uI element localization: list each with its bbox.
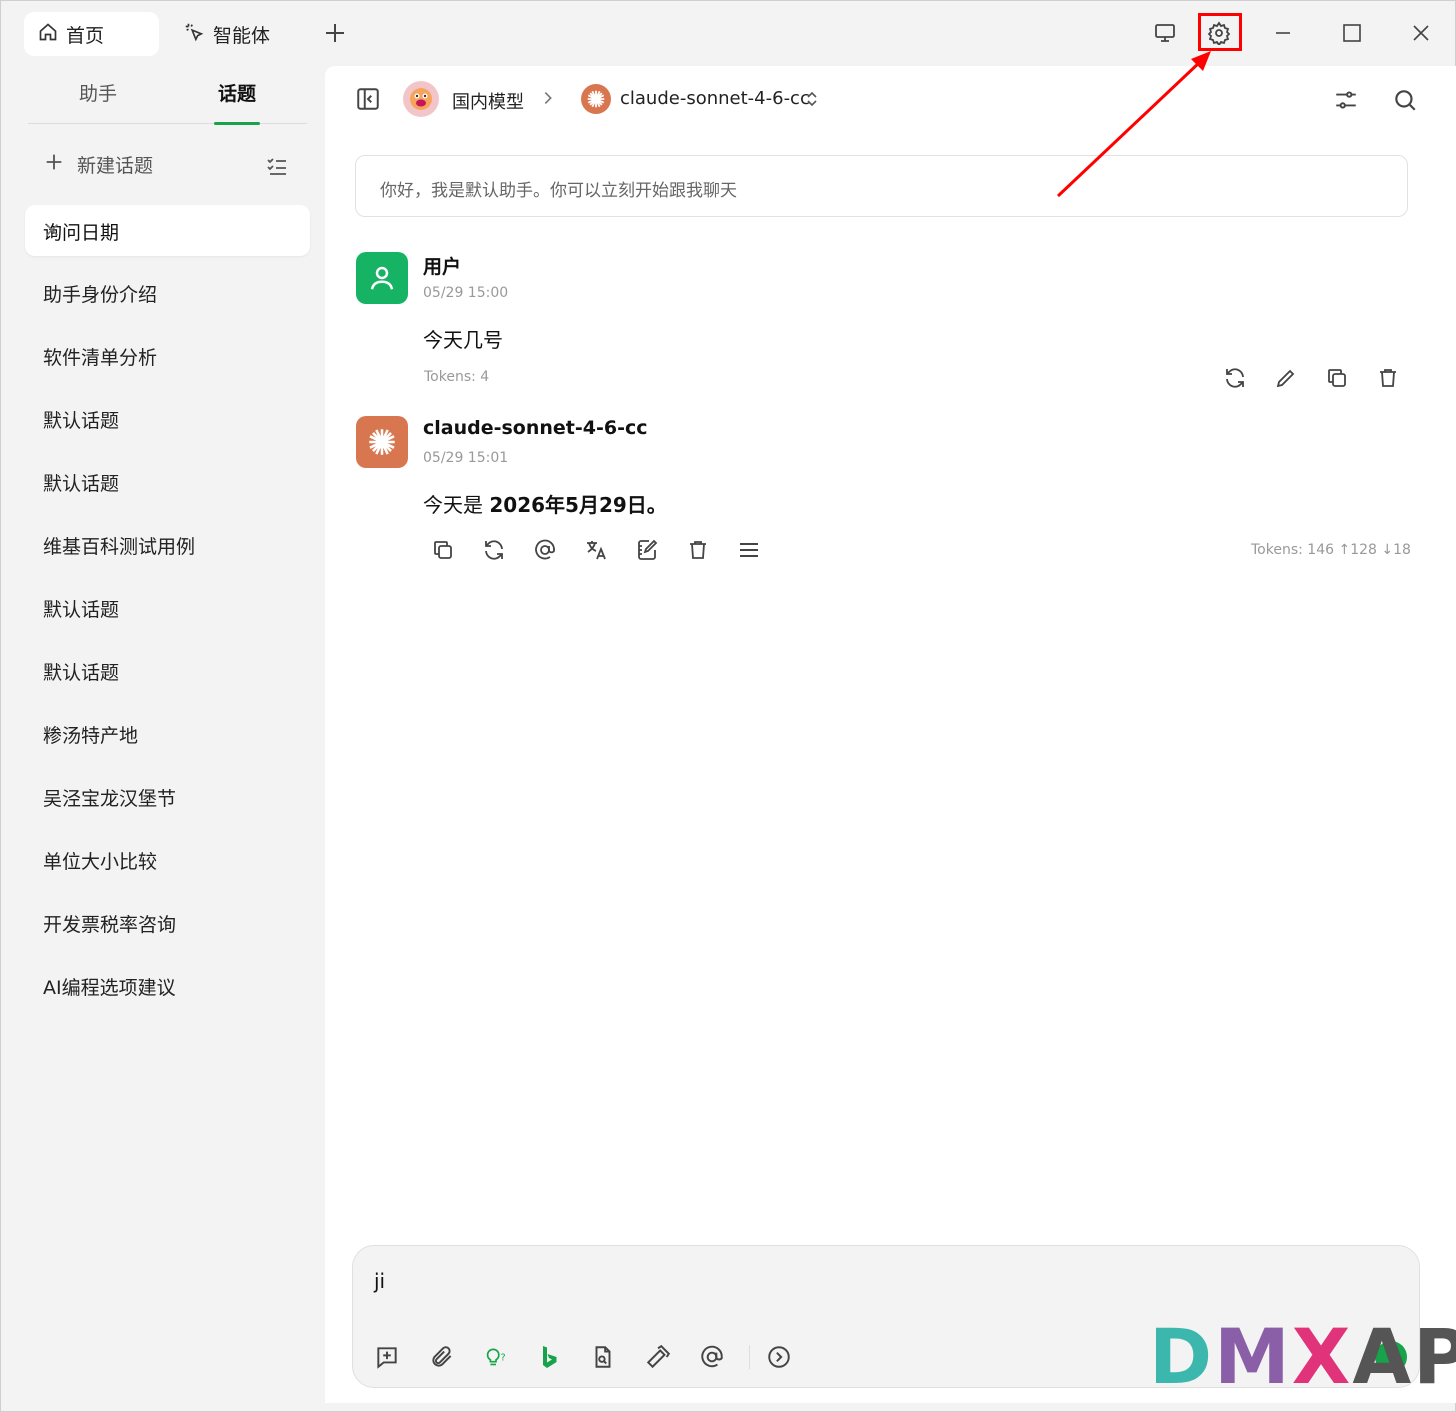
message-sender: 用户: [423, 256, 462, 278]
topic-item[interactable]: AI编程选项建议: [43, 973, 176, 1000]
user-avatar: [356, 252, 408, 304]
topic-item-active[interactable]: 询问日期: [25, 205, 310, 256]
app-window: 首页 智能体 助手 话题 新建话题 询问日期 助手身份介绍 软件清单分析 默认话…: [0, 0, 1456, 1412]
token-count: Tokens: 4: [424, 369, 490, 385]
checklist-icon[interactable]: [265, 154, 289, 182]
thinking-bulb-icon[interactable]: ?: [482, 1343, 510, 1371]
toolbar-divider: [749, 1345, 750, 1369]
tab-agents-label: 智能体: [213, 24, 271, 47]
sidebar-divider: [28, 123, 307, 124]
claude-avatar: [356, 416, 408, 468]
hammer-icon[interactable]: [644, 1343, 672, 1371]
topic-item[interactable]: 维基百科测试用例: [43, 532, 195, 559]
chevron-updown-icon[interactable]: [802, 89, 822, 113]
sidebar-tab-topics[interactable]: 话题: [218, 79, 256, 106]
message-time: 05/29 15:01: [423, 450, 509, 466]
sidebar-toggle-icon[interactable]: [355, 86, 381, 116]
chat-panel: [325, 66, 1456, 1403]
minimize-button[interactable]: [1268, 18, 1298, 48]
assistant-name[interactable]: 国内模型: [452, 88, 524, 114]
maximize-button[interactable]: [1337, 18, 1367, 48]
message-time: 05/29 15:00: [423, 285, 509, 301]
home-icon: [38, 22, 66, 47]
delete-icon[interactable]: [1375, 365, 1401, 391]
mention-icon[interactable]: [532, 537, 558, 563]
new-topic-button[interactable]: 新建话题: [43, 151, 153, 178]
message-sender: claude-sonnet-4-6-cc: [423, 417, 648, 439]
message-text-date: 2026年5月29日。: [489, 493, 667, 517]
dmxapi-watermark: DMXAPI: [1149, 1312, 1456, 1401]
sparkle-cursor-icon: [183, 21, 213, 48]
edit-icon[interactable]: [1273, 365, 1299, 391]
active-tab-indicator: [214, 122, 260, 125]
mention-icon[interactable]: [698, 1343, 726, 1371]
tab-agents[interactable]: 智能体: [179, 12, 299, 56]
close-icon[interactable]: [43, 221, 288, 244]
annotation-arrow: [1056, 51, 1211, 198]
model-selector[interactable]: claude-sonnet-4-6-cc: [620, 88, 810, 109]
topic-item[interactable]: 默认话题: [43, 658, 119, 685]
add-tab-button[interactable]: [323, 21, 347, 45]
tab-home-label: 首页: [66, 24, 105, 47]
plus-icon: [43, 151, 77, 178]
search-icon[interactable]: [1392, 87, 1418, 117]
new-topic-label: 新建话题: [77, 155, 154, 177]
regenerate-icon[interactable]: [1222, 365, 1248, 391]
tab-home[interactable]: 首页: [24, 12, 159, 56]
topic-item[interactable]: 默认话题: [43, 469, 119, 496]
topic-item[interactable]: 开发票税率咨询: [43, 910, 176, 937]
sliders-icon[interactable]: [1333, 87, 1359, 117]
document-search-icon[interactable]: [589, 1343, 617, 1371]
topic-item[interactable]: 吴泾宝龙汉堡节: [43, 784, 176, 811]
message-text-prefix: 今天是: [423, 493, 490, 517]
svg-text:?: ?: [501, 1353, 506, 1364]
topic-item[interactable]: 助手身份介绍: [43, 280, 157, 307]
copy-icon[interactable]: [430, 537, 456, 563]
assistant-avatar[interactable]: [403, 81, 439, 117]
bing-icon[interactable]: [536, 1343, 564, 1371]
message-text: 今天几号: [423, 328, 503, 352]
token-count: Tokens: 146 ↑128 ↓18: [1251, 542, 1411, 558]
message-input[interactable]: ji: [374, 1269, 385, 1293]
sidebar-tab-assistants[interactable]: 助手: [79, 79, 117, 106]
topic-item[interactable]: 糁汤特产地: [43, 721, 138, 748]
topic-item[interactable]: 默认话题: [43, 406, 119, 433]
message-text: 今天是 2026年5月29日。: [423, 489, 667, 518]
claude-logo-icon: [581, 84, 611, 114]
chevron-right-icon: [539, 89, 557, 111]
close-window-button[interactable]: [1406, 18, 1436, 48]
topic-item[interactable]: 软件清单分析: [43, 343, 157, 370]
delete-icon[interactable]: [685, 537, 711, 563]
topic-item[interactable]: 单位大小比较: [43, 847, 157, 874]
translate-icon[interactable]: [583, 537, 609, 563]
copy-icon[interactable]: [1324, 365, 1350, 391]
topic-item[interactable]: 默认话题: [43, 595, 119, 622]
regenerate-icon[interactable]: [481, 537, 507, 563]
expand-right-icon[interactable]: [765, 1343, 793, 1371]
menu-icon[interactable]: [736, 537, 762, 563]
attachment-icon[interactable]: [428, 1343, 456, 1371]
new-topic-icon[interactable]: [373, 1343, 401, 1371]
notes-edit-icon[interactable]: [634, 537, 660, 563]
assistant-greeting: 你好，我是默认助手。你可以立刻开始跟我聊天: [355, 155, 1408, 217]
